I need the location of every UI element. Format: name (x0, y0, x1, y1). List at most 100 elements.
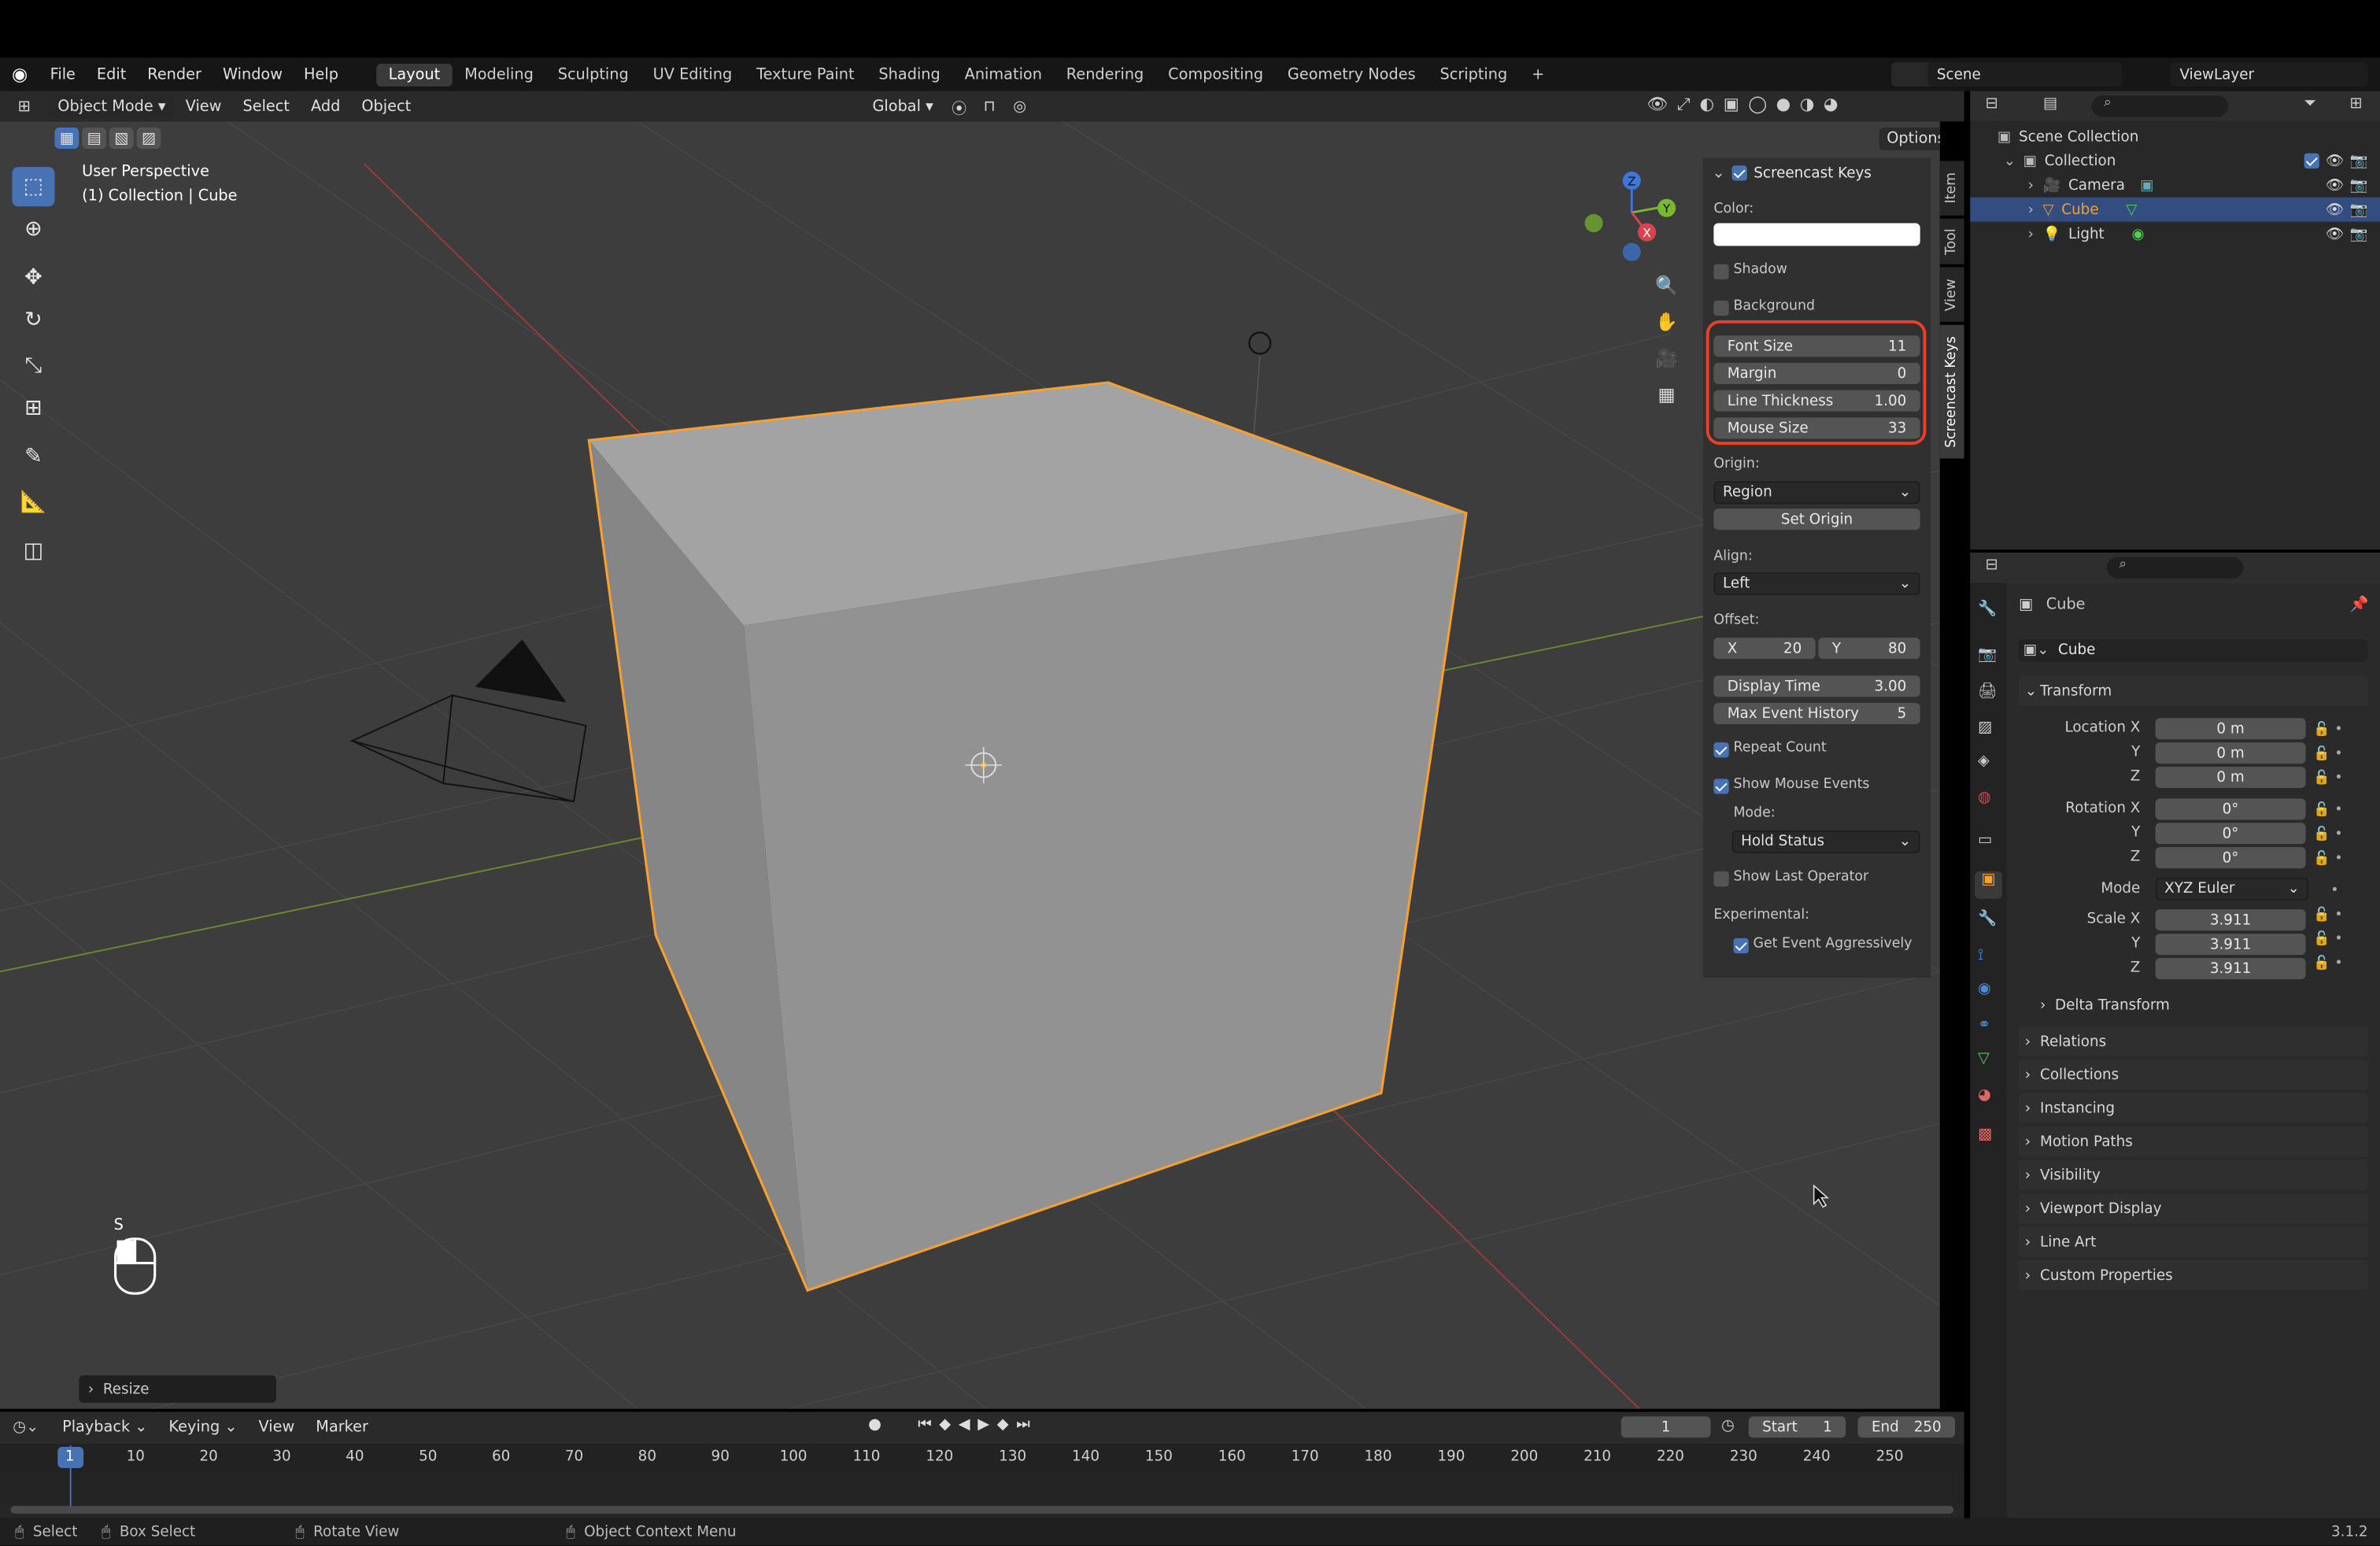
solid-shading-icon[interactable]: ● (1776, 94, 1791, 119)
gizmo-toggle-icon[interactable]: ⤢ (1677, 94, 1691, 119)
expand-icon[interactable]: › (2028, 225, 2034, 242)
zoom-icon[interactable]: 🔍 (1651, 270, 1682, 301)
lock-icon[interactable]: 🔓 • (2313, 904, 2359, 928)
camera-object[interactable] (349, 639, 587, 803)
snap-icon[interactable]: ⊓ (974, 98, 1005, 114)
scene-selector[interactable]: Scene (1927, 62, 2123, 87)
menu-object[interactable]: Object (351, 98, 422, 114)
lock-icon[interactable]: 🔓 • (2313, 927, 2359, 952)
play-icon[interactable]: ▶ (978, 1416, 989, 1433)
render-camera-icon[interactable]: 📷 (2350, 177, 2368, 194)
world-tab-icon[interactable]: ◍ (1978, 790, 1991, 806)
jump-end-icon[interactable]: ⏭ (1016, 1416, 1029, 1433)
record-icon[interactable]: ● (868, 1416, 881, 1433)
last-operator-panel[interactable]: › Resize (79, 1375, 277, 1404)
scale-z-field[interactable]: 3.911 (2155, 957, 2306, 979)
rendered-shading-icon[interactable]: ◕ (1824, 94, 1839, 119)
3d-viewport[interactable]: Z Y X ▦ ▤ ▧ ▨ ⬚ ⊕ ✥ ↻ ⤡ ⊞ ✎ 📐 ◫ User Per… (0, 121, 1940, 1409)
xray-icon[interactable]: ▣ (1724, 94, 1739, 119)
collections-section[interactable]: › Collections (2019, 1060, 2368, 1090)
tab-geometry-nodes[interactable]: Geometry Nodes (1276, 63, 1428, 86)
material-shading-icon[interactable]: ◑ (1800, 94, 1815, 119)
select-new-icon[interactable]: ▦ (54, 128, 79, 150)
tab-animation[interactable]: Animation (952, 63, 1054, 86)
constraints-tab-icon[interactable]: ⚭ (1978, 1017, 1990, 1034)
show-last-operator-checkbox[interactable] (1713, 871, 1729, 887)
menu-select[interactable]: Select (232, 98, 301, 114)
align-dropdown[interactable]: Left ⌄ (1713, 572, 1920, 596)
view-layer-tab-icon[interactable]: ▨ (1978, 719, 1992, 736)
timeline-scrollbar[interactable] (10, 1506, 1954, 1514)
menu-file[interactable]: File (39, 66, 86, 83)
lock-icon[interactable]: 🔓 • (2313, 718, 2359, 742)
add-cube-tool-icon[interactable]: ◫ (12, 531, 54, 571)
lock-icon[interactable]: 🔓 • (2313, 798, 2359, 823)
output-tab-icon[interactable]: 🖨 (1978, 683, 1997, 700)
menu-edit[interactable]: Edit (86, 66, 136, 83)
rotation-y-field[interactable]: 0° (2155, 823, 2306, 845)
render-tab-icon[interactable]: 📷 (1978, 647, 1997, 664)
background-checkbox[interactable] (1713, 300, 1729, 316)
camera-view-icon[interactable]: 🎥 (1651, 343, 1682, 374)
lock-icon[interactable]: 🔓 • (2313, 847, 2359, 871)
overlays-icon[interactable]: ◐ (1700, 94, 1715, 119)
pivot-icon[interactable]: ⦿ (944, 95, 974, 117)
screencast-panel-header[interactable]: ⌄ Screencast Keys (1703, 161, 1931, 185)
keyframe-dot-icon[interactable]: • (2313, 879, 2359, 904)
color-swatch[interactable] (1713, 223, 1920, 246)
outliner-search-input[interactable]: ⌕ (2091, 95, 2229, 117)
location-y-field[interactable]: 0 m (2155, 742, 2306, 764)
transform-section-header[interactable]: ⌄ Transform (2019, 675, 2368, 706)
mode-dropdown[interactable]: Object Mode ▾ (48, 94, 176, 118)
rotation-mode-dropdown[interactable]: XYZ Euler ⌄ (2155, 877, 2309, 901)
rotate-tool-icon[interactable]: ↻ (12, 301, 54, 340)
location-x-field[interactable]: 0 m (2155, 718, 2306, 740)
menu-help[interactable]: Help (294, 66, 349, 83)
select-intersect-icon[interactable]: ▨ (136, 128, 161, 150)
proportional-edit-icon[interactable]: ◎ (1004, 98, 1035, 114)
motion-paths-section[interactable]: › Motion Paths (2019, 1126, 2368, 1157)
outliner-item-cube[interactable]: › ▽ Cube ▽ 👁 📷 (1970, 197, 2380, 222)
scene-tab-icon[interactable]: ◈ (1978, 753, 1990, 770)
select-subtract-icon[interactable]: ▧ (109, 128, 134, 150)
render-camera-icon[interactable]: 📷 (2350, 202, 2368, 218)
render-camera-icon[interactable]: 📷 (2350, 225, 2368, 242)
select-extend-icon[interactable]: ▤ (82, 128, 107, 150)
scale-tool-icon[interactable]: ⤡ (12, 346, 54, 386)
margin-field[interactable]: Margin 0 (1713, 362, 1920, 384)
sidebar-tab-screencast-keys[interactable]: Screencast Keys (1939, 324, 1964, 459)
jump-keyframe-back-icon[interactable]: ◆ (939, 1416, 951, 1433)
object-tab-icon[interactable]: ▣ (1975, 871, 2002, 899)
collection-exclude-checkbox[interactable] (2304, 153, 2320, 169)
cursor-tool-icon[interactable]: ⊕ (12, 209, 54, 249)
start-frame-field[interactable]: Start 1 (1748, 1416, 1846, 1438)
tab-compositing[interactable]: Compositing (1156, 63, 1276, 86)
annotate-tool-icon[interactable]: ✎ (12, 437, 54, 476)
display-time-field[interactable]: Display Time 3.00 (1713, 675, 1920, 697)
offset-x-field[interactable]: X 20 (1713, 638, 1816, 660)
tab-layout[interactable]: Layout (376, 63, 453, 86)
eye-icon[interactable]: 👁 (2326, 177, 2344, 194)
lock-icon[interactable]: 🔓 • (2313, 767, 2359, 791)
physics-tab-icon[interactable]: ◉ (1978, 981, 1991, 997)
visibility-icon[interactable]: 👁 (1647, 94, 1669, 119)
end-frame-field[interactable]: End 250 (1857, 1416, 1956, 1438)
keying-menu[interactable]: Keying ⌄ (158, 1419, 248, 1436)
outliner-collection[interactable]: ⌄ ▣ Collection 👁 📷 (1970, 149, 2380, 173)
outliner-item-camera[interactable]: › 🎥 Camera ▣ 👁 📷 (1970, 173, 2380, 198)
location-z-field[interactable]: 0 m (2155, 766, 2306, 788)
object-name-field[interactable]: ▣⌄ Cube (2019, 638, 2368, 662)
pan-hand-icon[interactable]: ✋ (1651, 307, 1682, 338)
scale-y-field[interactable]: 3.911 (2155, 934, 2306, 956)
options-dropdown[interactable]: Options ▾ (1879, 128, 1940, 150)
mouse-mode-dropdown[interactable]: Hold Status ⌄ (1731, 830, 1920, 853)
visibility-section[interactable]: › Visibility (2019, 1160, 2368, 1191)
repeat-count-checkbox[interactable] (1713, 742, 1729, 758)
set-origin-button[interactable]: Set Origin (1713, 509, 1920, 531)
mouse-size-field[interactable]: Mouse Size 33 (1713, 417, 1920, 439)
lock-icon[interactable]: 🔓 • (2313, 823, 2359, 847)
menu-add[interactable]: Add (300, 98, 350, 114)
cube-object[interactable] (587, 381, 1468, 1293)
object-browse-icon[interactable]: ▣⌄ (2023, 642, 2049, 659)
modifier-tab-icon[interactable]: 🔧 (1978, 911, 1997, 927)
